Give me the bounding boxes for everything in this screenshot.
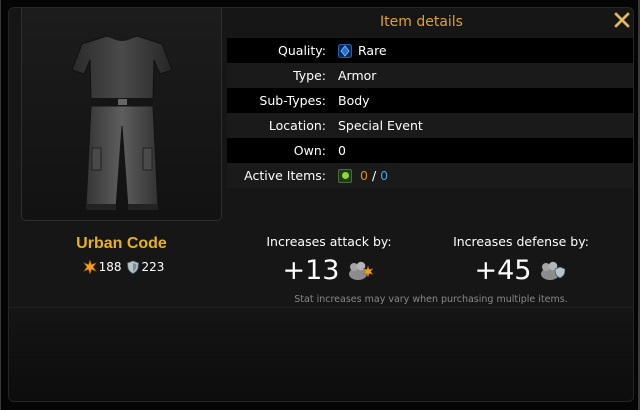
active-items-label: Active Items: — [244, 168, 326, 183]
defense-icon — [126, 260, 139, 274]
attack-increase: Increases attack by: +13 — [247, 234, 411, 286]
item-stats: 188 223 — [21, 260, 222, 274]
type-value: Armor — [338, 68, 377, 83]
attack-increase-value: +13 — [282, 255, 340, 286]
own-row: Own: 0 — [227, 138, 633, 163]
dialog-header: Item details — [227, 8, 633, 39]
subtypes-row: Sub-Types: Body — [227, 88, 633, 113]
subtypes-value: Body — [338, 93, 370, 108]
own-value: 0 — [338, 143, 346, 158]
location-row: Location: Special Event — [227, 113, 633, 138]
stat-increase-note: Stat increases may vary when purchasing … — [294, 294, 568, 305]
quality-value: Rare — [358, 43, 387, 58]
attack-mafia-icon — [349, 261, 375, 280]
own-label: Own: — [293, 143, 326, 158]
attack-increase-label: Increases attack by: — [266, 234, 392, 249]
dialog-title: Item details — [380, 14, 463, 30]
details-table: Quality: Rare Type: Armor Sub-Types: Bod… — [227, 38, 633, 188]
item-image-frame — [21, 8, 222, 221]
defense-increase-label: Increases defense by: — [453, 234, 589, 249]
item-defense-value: 223 — [141, 260, 165, 274]
location-value: Special Event — [338, 118, 423, 133]
defense-increase-value: +45 — [474, 255, 532, 286]
item-details-dialog: Item details Quality: Rare Type: Armor S… — [8, 7, 634, 402]
defense-increase: Increases defense by: +45 — [439, 234, 603, 286]
dialog-footer — [9, 307, 633, 401]
location-label: Location: — [268, 118, 326, 133]
active-items-total: 0 — [380, 168, 389, 183]
quality-row: Quality: Rare — [227, 38, 633, 63]
active-indicator-icon — [338, 168, 352, 183]
window-frame: Item details Quality: Rare Type: Armor S… — [0, 0, 640, 410]
defense-mafia-icon — [541, 261, 566, 280]
quality-label: Quality: — [278, 43, 326, 58]
item-name: Urban Code — [76, 235, 167, 252]
item-attack-value: 188 — [98, 260, 122, 274]
active-items-separator: / — [371, 168, 377, 183]
rare-gem-icon — [338, 43, 352, 58]
active-items-row: Active Items: 0 / 0 — [227, 163, 633, 188]
active-items-current: 0 — [360, 168, 368, 183]
subtypes-label: Sub-Types: — [259, 93, 326, 108]
clothing-outfit-image — [71, 35, 173, 210]
type-row: Type: Armor — [227, 63, 633, 88]
type-label: Type: — [293, 68, 326, 83]
attack-icon — [82, 260, 97, 274]
close-icon[interactable] — [613, 11, 631, 29]
